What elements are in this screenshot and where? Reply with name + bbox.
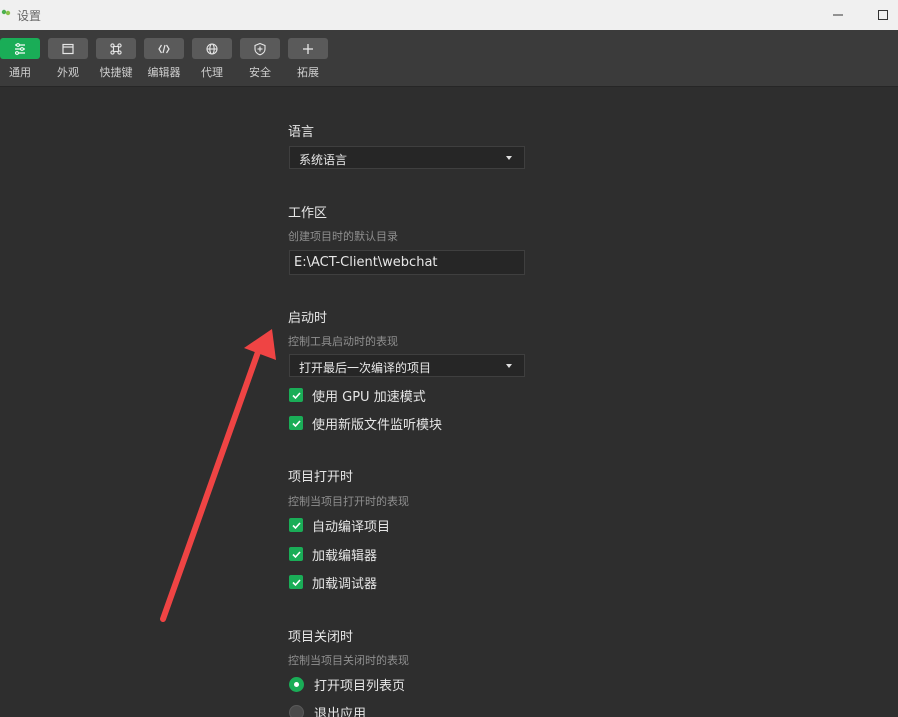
title-bar: 设置	[0, 0, 898, 30]
exit-app-radio-row[interactable]: 退出应用	[289, 703, 366, 717]
tab-security-label: 安全	[249, 66, 271, 79]
auto-compile-label: 自动编译项目	[312, 519, 391, 535]
file-watcher-label: 使用新版文件监听模块	[312, 417, 443, 433]
gpu-acceleration-checkbox[interactable]	[289, 388, 303, 402]
command-icon	[110, 42, 122, 55]
load-debugger-label: 加载调试器	[312, 576, 378, 592]
workspace-title: 工作区	[288, 206, 328, 221]
checkmark-icon	[291, 521, 301, 529]
exit-app-label: 退出应用	[314, 706, 367, 717]
gpu-acceleration-label: 使用 GPU 加速模式	[312, 389, 426, 405]
chevron-down-icon	[506, 156, 512, 160]
tab-appearance[interactable]: 外观	[46, 38, 90, 82]
startup-title: 启动时	[288, 311, 328, 326]
auto-compile-checkbox[interactable]	[289, 518, 303, 532]
tab-proxy-button[interactable]	[192, 38, 232, 59]
language-select-value: 系统语言	[299, 153, 348, 167]
language-title: 语言	[288, 125, 315, 140]
tab-editor-button[interactable]	[144, 38, 184, 59]
tab-extensions-label: 拓展	[297, 66, 319, 79]
minimize-icon[interactable]	[831, 8, 845, 22]
tab-extensions-button[interactable]	[288, 38, 328, 59]
checkmark-icon	[291, 550, 301, 558]
tab-appearance-label: 外观	[57, 66, 79, 79]
tab-general-button[interactable]	[0, 38, 40, 59]
tab-editor-label: 编辑器	[147, 66, 181, 79]
startup-description: 控制工具启动时的表现	[288, 335, 398, 348]
tab-security-button[interactable]	[240, 38, 280, 59]
open-project-list-radio-row[interactable]: 打开项目列表页	[289, 675, 406, 694]
app-logo-icon	[1, 9, 11, 16]
tab-general-label: 通用	[9, 66, 31, 79]
open-project-list-label: 打开项目列表页	[314, 678, 406, 694]
load-editor-label: 加载编辑器	[312, 548, 378, 564]
open-project-list-radio[interactable]	[289, 676, 304, 692]
file-watcher-checkbox[interactable]	[289, 416, 303, 430]
language-select[interactable]: 系统语言	[289, 146, 525, 169]
exit-app-radio[interactable]	[289, 704, 304, 717]
annotation-arrow-head	[244, 329, 276, 360]
load-debugger-checkbox-row[interactable]: 加载调试器	[289, 573, 378, 592]
settings-toolbar: 通用 外观 快捷键 编辑器 代理 安全 拓展	[0, 30, 898, 87]
tab-shortcuts-label: 快捷键	[99, 66, 133, 79]
file-watcher-checkbox-row[interactable]: 使用新版文件监听模块	[289, 414, 443, 433]
tab-shortcuts[interactable]: 快捷键	[94, 38, 138, 82]
tab-general[interactable]: 通用	[0, 38, 42, 82]
auto-compile-checkbox-row[interactable]: 自动编译项目	[289, 516, 391, 535]
workspace-path-input[interactable]: E:\ACT-Client\webchat	[289, 250, 525, 275]
maximize-icon[interactable]	[876, 8, 890, 22]
startup-select-value: 打开最后一次编译的项目	[299, 361, 432, 375]
checkmark-icon	[291, 419, 301, 427]
tab-extensions[interactable]: 拓展	[286, 38, 330, 82]
project-open-description: 控制当项目打开时的表现	[288, 495, 409, 508]
globe-icon	[206, 42, 218, 55]
code-icon	[158, 44, 170, 53]
tab-shortcuts-button[interactable]	[96, 38, 136, 59]
project-close-description: 控制当项目关闭时的表现	[288, 654, 409, 667]
shield-icon	[254, 42, 266, 55]
tab-editor[interactable]: 编辑器	[142, 38, 186, 82]
tab-proxy-label: 代理	[201, 66, 223, 79]
sliders-icon	[15, 42, 25, 55]
gpu-acceleration-checkbox-row[interactable]: 使用 GPU 加速模式	[289, 386, 426, 405]
workspace-description: 创建项目时的默认目录	[288, 230, 398, 243]
tab-appearance-button[interactable]	[48, 38, 88, 59]
window-icon	[62, 43, 74, 54]
window-title: 设置	[17, 9, 42, 23]
load-editor-checkbox-row[interactable]: 加载编辑器	[289, 545, 378, 564]
annotation-arrow-shaft	[160, 349, 261, 622]
checkmark-icon	[291, 391, 301, 399]
startup-select[interactable]: 打开最后一次编译的项目	[289, 354, 525, 377]
tab-proxy[interactable]: 代理	[190, 38, 234, 82]
plus-icon	[303, 43, 313, 54]
checkmark-icon	[291, 578, 301, 586]
project-close-title: 项目关闭时	[288, 630, 354, 645]
load-debugger-checkbox[interactable]	[289, 575, 303, 589]
workspace-path-value: E:\ACT-Client\webchat	[294, 255, 438, 270]
project-open-title: 项目打开时	[288, 470, 354, 485]
load-editor-checkbox[interactable]	[289, 547, 303, 561]
tab-security[interactable]: 安全	[238, 38, 282, 82]
chevron-down-icon	[506, 364, 512, 368]
